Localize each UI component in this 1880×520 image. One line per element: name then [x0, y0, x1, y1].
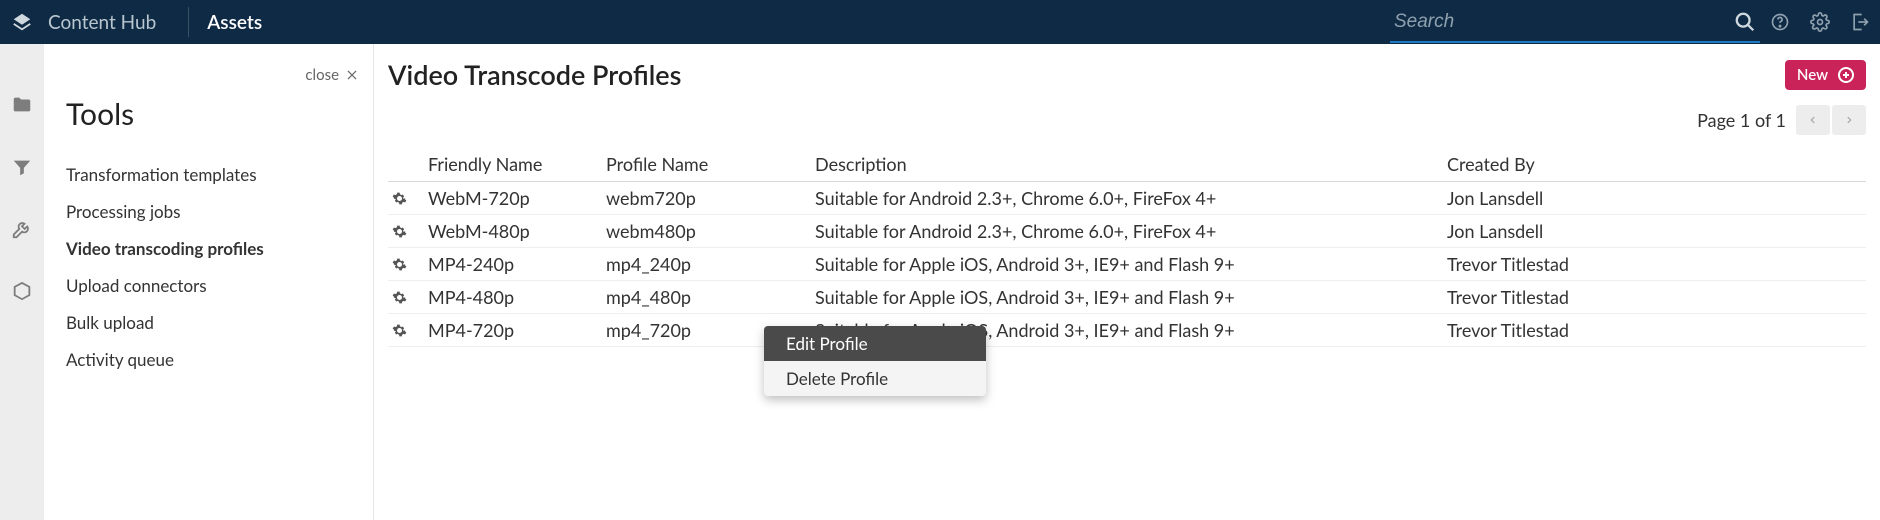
tools-panel: close Tools Transformation templatesProc… [44, 44, 374, 520]
cell-created: Jon Lansdell [1447, 220, 1866, 242]
close-label: close [305, 66, 339, 84]
new-button[interactable]: New [1785, 60, 1866, 90]
row-actions-gear-icon[interactable] [388, 191, 428, 206]
page-prev-button[interactable] [1796, 105, 1830, 135]
header-divider [188, 7, 189, 37]
tool-link[interactable]: Transformation templates [66, 156, 351, 193]
tool-link[interactable]: Activity queue [66, 341, 351, 378]
logout-icon[interactable] [1840, 0, 1880, 44]
cell-friendly: MP4-240p [428, 253, 606, 275]
table-row: MP4-240pmp4_240pSuitable for Apple iOS, … [388, 248, 1866, 281]
tools-icon[interactable] [11, 218, 33, 240]
cell-desc: Suitable for Android 2.3+, Chrome 6.0+, … [815, 220, 1447, 242]
tools-title: Tools [66, 96, 351, 132]
tool-link[interactable]: Video transcoding profiles [66, 230, 351, 267]
app-logo-icon[interactable] [0, 0, 44, 44]
close-icon [345, 68, 359, 82]
col-desc[interactable]: Description [815, 153, 1447, 175]
cell-profile: mp4_480p [606, 286, 815, 308]
cell-created: Trevor Titlestad [1447, 253, 1866, 275]
page-info: Page 1 of 1 [1697, 109, 1786, 131]
cell-created: Trevor Titlestad [1447, 286, 1866, 308]
row-actions-gear-icon[interactable] [388, 290, 428, 305]
page-next-button[interactable] [1832, 105, 1866, 135]
pager-row: Page 1 of 1 [388, 105, 1866, 135]
cell-friendly: WebM-480p [428, 220, 606, 242]
cell-profile: webm480p [606, 220, 815, 242]
table-row: WebM-720pwebm720pSuitable for Android 2.… [388, 182, 1866, 215]
table-body: WebM-720pwebm720pSuitable for Android 2.… [388, 182, 1866, 347]
tool-link[interactable]: Upload connectors [66, 267, 351, 304]
cell-desc: Suitable for Apple iOS, Android 3+, IE9+… [815, 253, 1447, 275]
cell-created: Jon Lansdell [1447, 187, 1866, 209]
top-bar: Content Hub Assets [0, 0, 1880, 44]
cell-friendly: MP4-480p [428, 286, 606, 308]
table-row: WebM-480pwebm480pSuitable for Android 2.… [388, 215, 1866, 248]
cell-profile: webm720p [606, 187, 815, 209]
main-content: Video Transcode Profiles New Page 1 of 1… [374, 44, 1880, 520]
topbar-right [1390, 0, 1880, 44]
tools-list: Transformation templatesProcessing jobsV… [66, 156, 351, 378]
cell-friendly: MP4-720p [428, 319, 606, 341]
tool-link[interactable]: Processing jobs [66, 193, 351, 230]
settings-icon[interactable] [1800, 0, 1840, 44]
col-actions [388, 153, 428, 175]
cell-friendly: WebM-720p [428, 187, 606, 209]
profiles-table: Friendly Name Profile Name Description C… [388, 153, 1866, 347]
row-actions-gear-icon[interactable] [388, 323, 428, 338]
cell-desc: Suitable for Android 2.3+, Chrome 6.0+, … [815, 187, 1447, 209]
search-wrap [1390, 1, 1760, 43]
cell-desc: Suitable for Apple iOS, Android 3+, IE9+… [815, 286, 1447, 308]
main-header: Video Transcode Profiles New [388, 58, 1866, 91]
new-button-label: New [1797, 66, 1828, 84]
search-underline [1390, 41, 1760, 43]
table-row: MP4-480pmp4_480pSuitable for Apple iOS, … [388, 281, 1866, 314]
context-menu-item[interactable]: Delete Profile [764, 361, 986, 396]
cell-profile: mp4_240p [606, 253, 815, 275]
section-name[interactable]: Assets [207, 11, 262, 34]
pager-buttons [1796, 105, 1866, 135]
help-icon[interactable] [1760, 0, 1800, 44]
folder-icon[interactable] [11, 94, 33, 116]
tool-link[interactable]: Bulk upload [66, 304, 351, 341]
filter-icon[interactable] [11, 156, 33, 178]
table-header: Friendly Name Profile Name Description C… [388, 153, 1866, 182]
search-icon[interactable] [1734, 11, 1756, 33]
row-actions-gear-icon[interactable] [388, 257, 428, 272]
cell-created: Trevor Titlestad [1447, 319, 1866, 341]
package-icon[interactable] [11, 280, 33, 302]
table-row: MP4-720pmp4_720pSuitable for Apple iOS, … [388, 314, 1866, 347]
col-created[interactable]: Created By [1447, 153, 1866, 175]
close-panel-button[interactable]: close [305, 66, 359, 84]
context-menu-item[interactable]: Edit Profile [764, 326, 986, 361]
plus-circle-icon [1838, 67, 1854, 83]
search-input[interactable] [1390, 1, 1760, 43]
row-context-menu: Edit ProfileDelete Profile [764, 326, 986, 396]
row-actions-gear-icon[interactable] [388, 224, 428, 239]
page-title: Video Transcode Profiles [388, 58, 681, 91]
app-name[interactable]: Content Hub [44, 11, 170, 34]
col-friendly[interactable]: Friendly Name [428, 153, 606, 175]
left-rail [0, 44, 44, 520]
col-profile[interactable]: Profile Name [606, 153, 815, 175]
